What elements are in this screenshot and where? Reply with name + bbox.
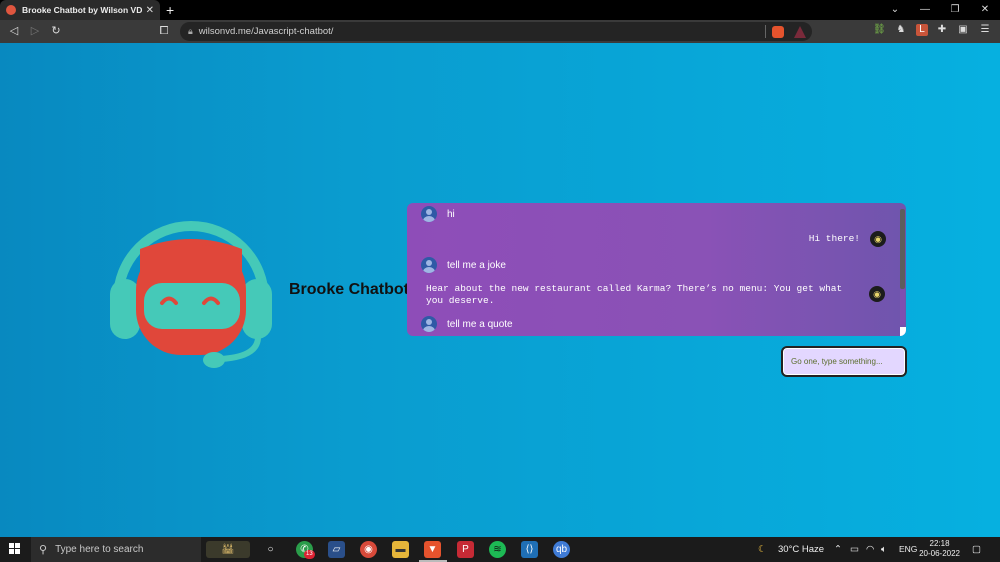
link-extension-icon[interactable]: ⛓ <box>873 24 886 36</box>
brand-title: Brooke Chatbot <box>289 281 409 298</box>
chrome-icon[interactable]: ◉ <box>360 541 377 558</box>
brave-browser-icon[interactable]: ▼ <box>424 541 441 558</box>
tab-title: Brooke Chatbot by Wilson VD <box>22 5 143 15</box>
new-tab-button[interactable]: + <box>166 1 174 19</box>
forward-button[interactable]: ▷ <box>27 23 43 39</box>
taj-mahal-highlight-icon[interactable]: 🕌︎ <box>206 541 250 558</box>
minimize-button[interactable]: — <box>910 0 940 20</box>
chatbot-page: Brooke Chatbot hi Hi there! ◉ tell me a … <box>0 43 1000 537</box>
browser-toolbar: ◁ ▷ ↻ ⧠ 🔒︎ wilsonvd.me/Javascript-chatbo… <box>0 20 1000 43</box>
reload-button[interactable]: ↻ <box>48 23 64 39</box>
user-message-text: hi <box>447 208 455 220</box>
taskbar-search-box[interactable]: ⚲ Type here to search <box>31 537 201 562</box>
tab-search-chevron-icon[interactable]: ⌄ <box>880 0 910 20</box>
bot-message-text: Hi there! <box>808 233 860 244</box>
chat-messages-panel[interactable]: hi Hi there! ◉ tell me a joke Hear about… <box>407 203 906 336</box>
vscode-icon[interactable]: ⟨⟩ <box>521 541 538 558</box>
whatsapp-badge: 13 <box>304 550 315 559</box>
scrollbar-down-button[interactable] <box>900 327 906 336</box>
chat-input[interactable] <box>783 348 905 375</box>
url-text: wilsonvd.me/Javascript-chatbot/ <box>198 26 334 37</box>
menu-icon[interactable]: ☰ <box>979 24 991 36</box>
user-message: hi <box>421 206 455 222</box>
user-avatar-icon <box>421 257 437 273</box>
clock-time: 22:18 <box>929 539 950 548</box>
language-indicator[interactable]: ENG <box>899 537 917 562</box>
user-avatar-icon <box>421 206 437 222</box>
tray-chevron-up-icon[interactable]: ⌃ <box>834 537 842 562</box>
weather-moon-icon[interactable]: ☾ <box>758 537 767 562</box>
robot-headset-logo <box>110 221 272 368</box>
wifi-icon[interactable]: ◠ <box>866 537 874 562</box>
bot-message-text: Hear about the new restaurant called Kar… <box>426 283 843 306</box>
file-explorer-icon[interactable]: ▬ <box>392 541 409 558</box>
volume-icon[interactable]: 🔈︎ <box>881 537 887 562</box>
taskbar-clock[interactable]: 22:18 20-06-2022 <box>919 539 960 559</box>
bot-message: Hi there! ◉ <box>809 231 886 247</box>
clock-date: 20-06-2022 <box>919 549 960 558</box>
user-message-text: tell me a quote <box>447 318 513 330</box>
tab-close-icon[interactable]: ✕ <box>146 5 154 16</box>
user-message: tell me a quote <box>421 316 513 332</box>
brave-rewards-icon[interactable] <box>794 26 806 38</box>
browser-tab-strip: Brooke Chatbot by Wilson VD ✕ + ⌄ — ❐ ✕ <box>0 0 1000 20</box>
windows-taskbar: ⚲ Type here to search 🕌︎ ○ ✆ 13 ▱ ◉ ▬ ▼ … <box>0 537 1000 562</box>
user-message-text: tell me a joke <box>447 259 506 271</box>
battery-icon[interactable]: ▭ <box>850 537 859 562</box>
spotify-icon[interactable]: ≋ <box>489 541 506 558</box>
robot-favicon-icon <box>6 5 16 15</box>
chat-input-box[interactable] <box>781 346 907 377</box>
back-button[interactable]: ◁ <box>6 23 22 39</box>
wallet-icon[interactable]: ▣ <box>957 24 969 36</box>
scrollbar-thumb[interactable] <box>900 209 905 289</box>
bot-message: Hear about the new restaurant called Kar… <box>426 283 886 307</box>
vpn-app-icon[interactable]: ▱ <box>328 541 345 558</box>
puzzle-extensions-icon[interactable]: ✚ <box>936 24 948 36</box>
lock-icon: 🔒︎ <box>188 26 193 36</box>
psiphon-icon[interactable]: P <box>457 541 474 558</box>
address-bar[interactable]: 🔒︎ wilsonvd.me/Javascript-chatbot/ <box>180 22 812 41</box>
taskbar-search-placeholder: Type here to search <box>55 544 144 555</box>
address-divider <box>765 25 766 38</box>
chat-scrollbar[interactable] <box>900 209 905 325</box>
language-extension-icon[interactable]: L <box>916 24 928 36</box>
brave-shields-icon[interactable] <box>772 26 784 38</box>
windows-start-icon[interactable] <box>9 543 21 555</box>
task-view-icon[interactable]: ○ <box>262 541 279 558</box>
bot-avatar-icon: ◉ <box>869 286 885 302</box>
maximize-button[interactable]: ❐ <box>940 0 970 20</box>
notifications-icon[interactable]: ▢ <box>972 537 981 562</box>
browser-tab[interactable]: Brooke Chatbot by Wilson VD ✕ <box>0 0 160 20</box>
extension-icon[interactable]: ♞ <box>895 24 907 36</box>
bookmark-icon[interactable]: ⧠ <box>156 23 172 39</box>
search-icon: ⚲ <box>39 544 48 556</box>
bot-avatar-icon: ◉ <box>870 231 886 247</box>
user-avatar-icon <box>421 316 437 332</box>
user-message: tell me a joke <box>421 257 506 273</box>
qbittorrent-icon[interactable]: qb <box>553 541 570 558</box>
close-window-button[interactable]: ✕ <box>970 0 1000 20</box>
weather-text[interactable]: 30°C Haze <box>778 537 824 562</box>
